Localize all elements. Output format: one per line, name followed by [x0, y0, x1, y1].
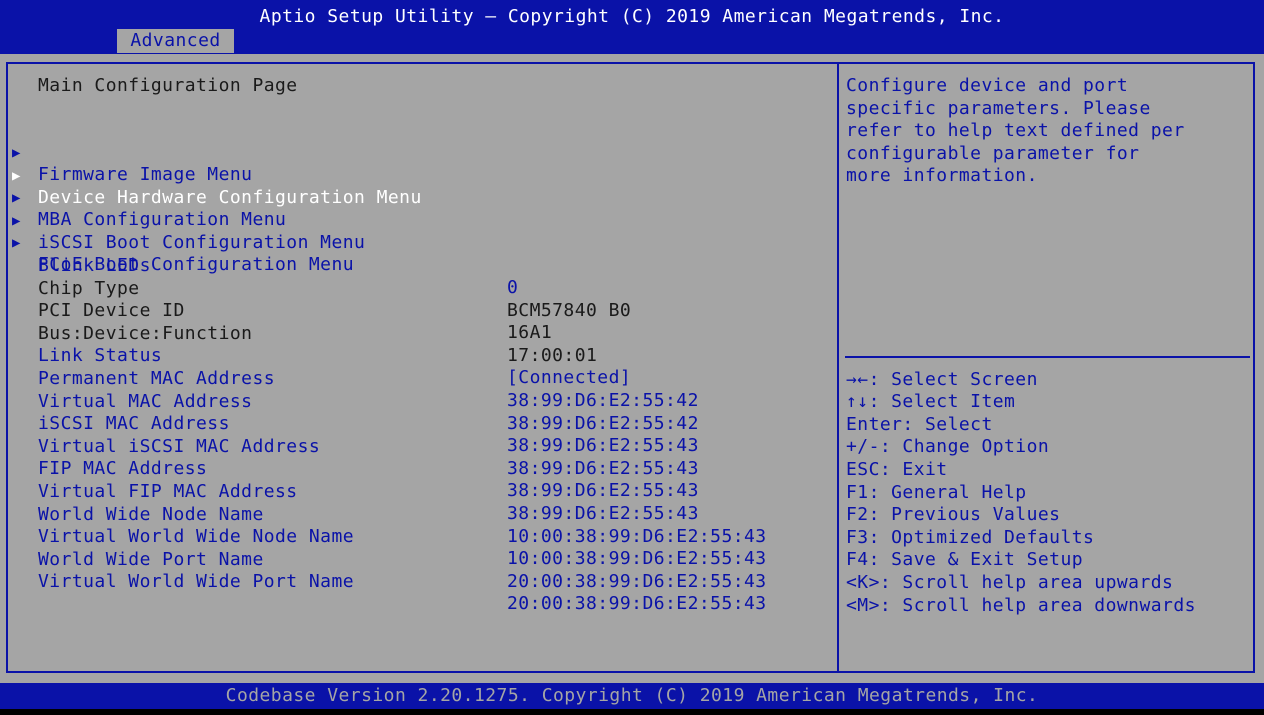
setting-virtual-mac[interactable]: Virtual MAC Address 38:99:D6:E2:55:42 — [0, 369, 830, 434]
setting-value[interactable]: 20:00:38:99:D6:E2:55:43 — [507, 571, 767, 593]
setting-virtual-wwnn[interactable]: Virtual World Wide Node Name 10:00:38:99… — [0, 504, 830, 569]
submenu-fcoe-boot[interactable]: ▶ FCoE Boot Configuration Menu — [0, 210, 830, 275]
key-f3: F3: Optimized Defaults — [846, 527, 1095, 548]
key-select-screen: →←: Select Screen — [846, 369, 1038, 390]
submenu-device-hardware[interactable]: ▶ Device Hardware Configuration Menu — [0, 143, 830, 208]
page-title: Main Configuration Page — [38, 75, 298, 96]
key-select-item: ↑↓: Select Item — [846, 391, 1016, 412]
key-scroll-down: <M>: Scroll help area downwards — [846, 595, 1196, 616]
submenu-mba-configuration[interactable]: ▶ MBA Configuration Menu — [0, 165, 830, 230]
help-text-line: Configure device and port — [846, 75, 1129, 96]
main-area: Main Configuration Page ▶ Firmware Image… — [0, 54, 1264, 683]
setting-chip-type: Chip Type BCM57840 B0 — [0, 256, 830, 321]
setting-virtual-wwpn[interactable]: Virtual World Wide Port Name 20:00:38:99… — [0, 549, 830, 614]
footer-version: Codebase Version 2.20.1275. Copyright (C… — [225, 685, 1039, 706]
panel-divider-vertical — [837, 62, 839, 673]
help-text-line: more information. — [846, 165, 1038, 186]
app-title: Aptio Setup Utility – Copyright (C) 2019… — [259, 6, 1005, 27]
submenu-iscsi-boot[interactable]: ▶ iSCSI Boot Configuration Menu — [0, 188, 830, 253]
key-f1: F1: General Help — [846, 482, 1027, 503]
setting-bus-device-function: Bus:Device:Function 17:00:01 — [0, 301, 830, 366]
panel-divider-horizontal — [845, 356, 1250, 358]
setting-blink-leds[interactable]: Blink LEDs 0 — [0, 233, 830, 298]
key-f4: F4: Save & Exit Setup — [846, 549, 1084, 570]
setting-iscsi-mac[interactable]: iSCSI MAC Address 38:99:D6:E2:55:43 — [0, 391, 830, 456]
key-enter: Enter: Select — [846, 414, 993, 435]
title-bar: Aptio Setup Utility – Copyright (C) 2019… — [0, 0, 1264, 54]
help-text-line: specific parameters. Please — [846, 98, 1151, 119]
tab-advanced[interactable]: Advanced — [117, 29, 234, 53]
key-change-option: +/-: Change Option — [846, 436, 1050, 457]
setting-label: Virtual World Wide Port Name — [38, 571, 355, 592]
key-f2: F2: Previous Values — [846, 504, 1061, 525]
help-text-line: refer to help text defined per — [846, 120, 1185, 141]
key-esc: ESC: Exit — [846, 459, 948, 480]
footer-bar: Codebase Version 2.20.1275. Copyright (C… — [0, 683, 1264, 709]
setting-virtual-fip-mac[interactable]: Virtual FIP MAC Address 38:99:D6:E2:55:4… — [0, 459, 830, 524]
setting-wwpn[interactable]: World Wide Port Name 20:00:38:99:D6:E2:5… — [0, 527, 830, 592]
setting-wwnn[interactable]: World Wide Node Name 10:00:38:99:D6:E2:5… — [0, 482, 830, 547]
submenu-firmware-image[interactable]: ▶ Firmware Image Menu — [0, 120, 830, 185]
setting-permanent-mac[interactable]: Permanent MAC Address 38:99:D6:E2:55:42 — [0, 346, 830, 411]
setting-fip-mac[interactable]: FIP MAC Address 38:99:D6:E2:55:43 — [0, 436, 830, 501]
setting-value[interactable]: 20:00:38:99:D6:E2:55:43 — [507, 593, 767, 615]
setting-virtual-iscsi-mac[interactable]: Virtual iSCSI MAC Address 38:99:D6:E2:55… — [0, 414, 830, 479]
setting-link-status[interactable]: Link Status [Connected] — [0, 323, 830, 388]
setting-pci-device-id: PCI Device ID 16A1 — [0, 278, 830, 343]
key-scroll-up: <K>: Scroll help area upwards — [846, 572, 1174, 593]
help-text-line: configurable parameter for — [846, 143, 1140, 164]
